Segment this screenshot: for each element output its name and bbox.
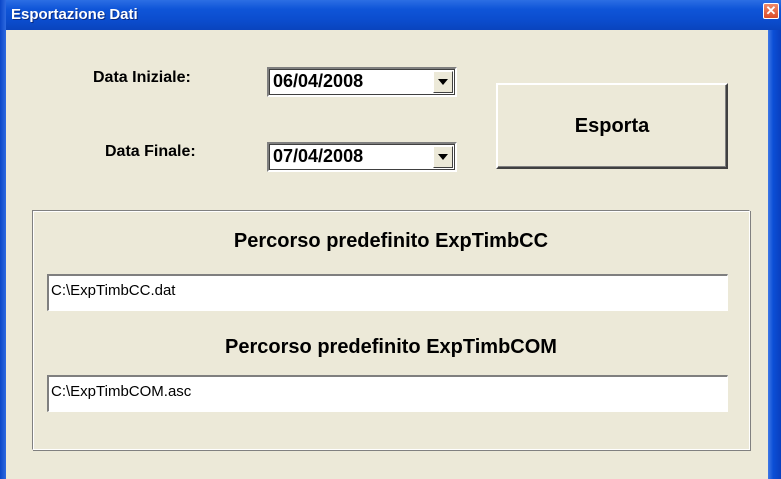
end-date-value[interactable]: 07/04/2008: [273, 146, 363, 167]
cc-path-field[interactable]: C:\ExpTimbCC.dat: [47, 274, 728, 311]
export-button[interactable]: Esporta: [496, 83, 728, 169]
window-frame-right: [768, 30, 781, 479]
start-date-dropdown-button[interactable]: [433, 71, 453, 93]
com-path-title: Percorso predefinito ExpTimbCOM: [225, 336, 557, 358]
close-icon: ✕: [765, 3, 777, 18]
com-path-field[interactable]: C:\ExpTimbCOM.asc: [47, 375, 728, 412]
cc-path-title: Percorso predefinito ExpTimbCC: [233, 230, 549, 252]
close-button[interactable]: ✕: [763, 3, 779, 19]
chevron-down-icon: [438, 154, 448, 160]
start-date-label: Data Iniziale:: [93, 69, 191, 86]
window-title: Esportazione Dati: [11, 6, 138, 23]
end-date-picker[interactable]: 07/04/2008: [267, 142, 457, 172]
title-bar[interactable]: Esportazione Dati ✕: [0, 0, 781, 30]
chevron-down-icon: [438, 79, 448, 85]
export-dialog: Esportazione Dati ✕ Data Iniziale: 06/04…: [0, 0, 781, 479]
window-frame-left: [0, 0, 6, 479]
end-date-label: Data Finale:: [105, 143, 196, 160]
start-date-value[interactable]: 06/04/2008: [273, 71, 363, 92]
end-date-dropdown-button[interactable]: [433, 146, 453, 168]
start-date-picker[interactable]: 06/04/2008: [267, 67, 457, 97]
